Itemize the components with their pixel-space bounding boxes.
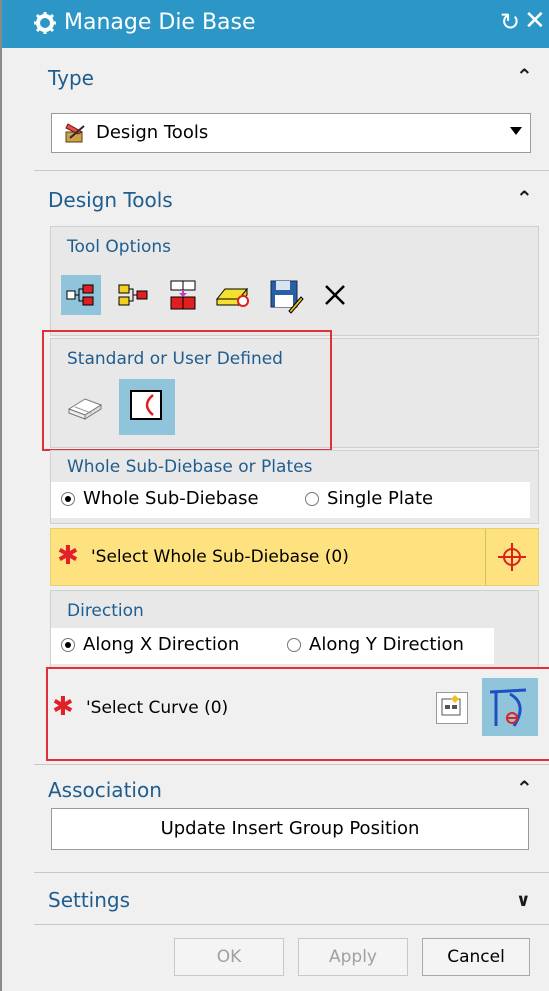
save-icon (270, 280, 304, 314)
tree-structure-icon (66, 284, 94, 306)
whole-sub-diebase-label: Whole Sub-Diebase (83, 488, 259, 509)
type-combo[interactable]: Design Tools (51, 113, 531, 153)
tree-structure-button[interactable] (61, 275, 101, 315)
close-icon[interactable]: ✕ (524, 6, 546, 36)
design-tools-section-label: Design Tools (48, 188, 173, 212)
chevron-up-icon[interactable]: ⌃ (516, 186, 533, 210)
highlight-box (46, 667, 549, 761)
ok-button[interactable]: OK (174, 938, 284, 976)
radio-unselected-icon (305, 492, 319, 506)
branch-button[interactable] (113, 275, 153, 315)
design-tools-icon (65, 123, 85, 143)
update-insert-group-position-button[interactable]: Update Insert Group Position (51, 808, 529, 850)
stack-icon (170, 280, 196, 310)
delete-button[interactable] (315, 275, 355, 315)
whole-or-plate-radio-row: Whole Sub-Diebase Single Plate (51, 482, 530, 518)
type-combo-value: Design Tools (96, 122, 209, 143)
apply-button[interactable]: Apply (298, 938, 408, 976)
divider (34, 872, 549, 873)
delete-icon (325, 285, 345, 305)
direction-label: Direction (67, 601, 144, 621)
branch-icon (118, 284, 148, 306)
direction-radio-row: Along X Direction Along Y Direction (51, 628, 494, 664)
chevron-down-icon[interactable]: ∨ (516, 890, 531, 911)
along-y-radio[interactable]: Along Y Direction (287, 634, 464, 655)
design-tools-section-header[interactable]: Design Tools ⌃ (32, 176, 549, 226)
dialog-title: Manage Die Base (64, 10, 256, 35)
settings-section-label: Settings (48, 888, 131, 912)
divider (34, 924, 549, 925)
manage-die-base-dialog: Manage Die Base ↻ ✕ Type ⌃ Design Tools … (0, 0, 549, 991)
stack-button[interactable] (163, 275, 203, 315)
single-plate-label: Single Plate (327, 488, 434, 509)
tool-options-group: Tool Options (50, 226, 539, 336)
whole-sub-diebase-radio[interactable]: Whole Sub-Diebase (61, 488, 259, 509)
type-section-label: Type (48, 66, 94, 90)
type-section-header[interactable]: Type ⌃ (32, 54, 549, 104)
whole-label: Whole Sub-Diebase or Plates (67, 457, 313, 477)
radio-selected-icon (61, 638, 75, 652)
crosshair-icon (498, 543, 526, 571)
chevron-up-icon[interactable]: ⌃ (516, 776, 533, 800)
divider (34, 170, 549, 171)
along-x-radio[interactable]: Along X Direction (61, 634, 239, 655)
reset-icon[interactable]: ↻ (500, 8, 520, 36)
along-x-label: Along X Direction (83, 634, 240, 655)
eraser-icon (215, 287, 249, 307)
chevron-up-icon[interactable]: ⌃ (516, 64, 533, 88)
select-whole-label: 'Select Whole Sub-Diebase (0) (91, 547, 349, 567)
tool-options-label: Tool Options (67, 237, 172, 257)
chevron-down-icon (510, 127, 522, 135)
along-y-label: Along Y Direction (309, 634, 464, 655)
highlight-box (42, 330, 332, 451)
required-star-icon: ✱ (57, 541, 79, 571)
select-whole-sub-diebase-bar[interactable]: ✱ 'Select Whole Sub-Diebase (0) (50, 528, 539, 586)
radio-selected-icon (61, 492, 75, 506)
radio-unselected-icon (287, 638, 301, 652)
gear-icon (34, 12, 56, 34)
settings-section-header[interactable]: Settings ∨ (32, 876, 549, 926)
association-section-label: Association (48, 778, 162, 802)
target-button[interactable] (485, 529, 538, 585)
save-button[interactable] (265, 275, 305, 315)
eraser-button[interactable] (213, 275, 253, 315)
divider (34, 764, 549, 765)
cancel-button[interactable]: Cancel (422, 938, 530, 976)
single-plate-radio[interactable]: Single Plate (305, 488, 433, 509)
title-bar: Manage Die Base ↻ ✕ (2, 0, 549, 48)
